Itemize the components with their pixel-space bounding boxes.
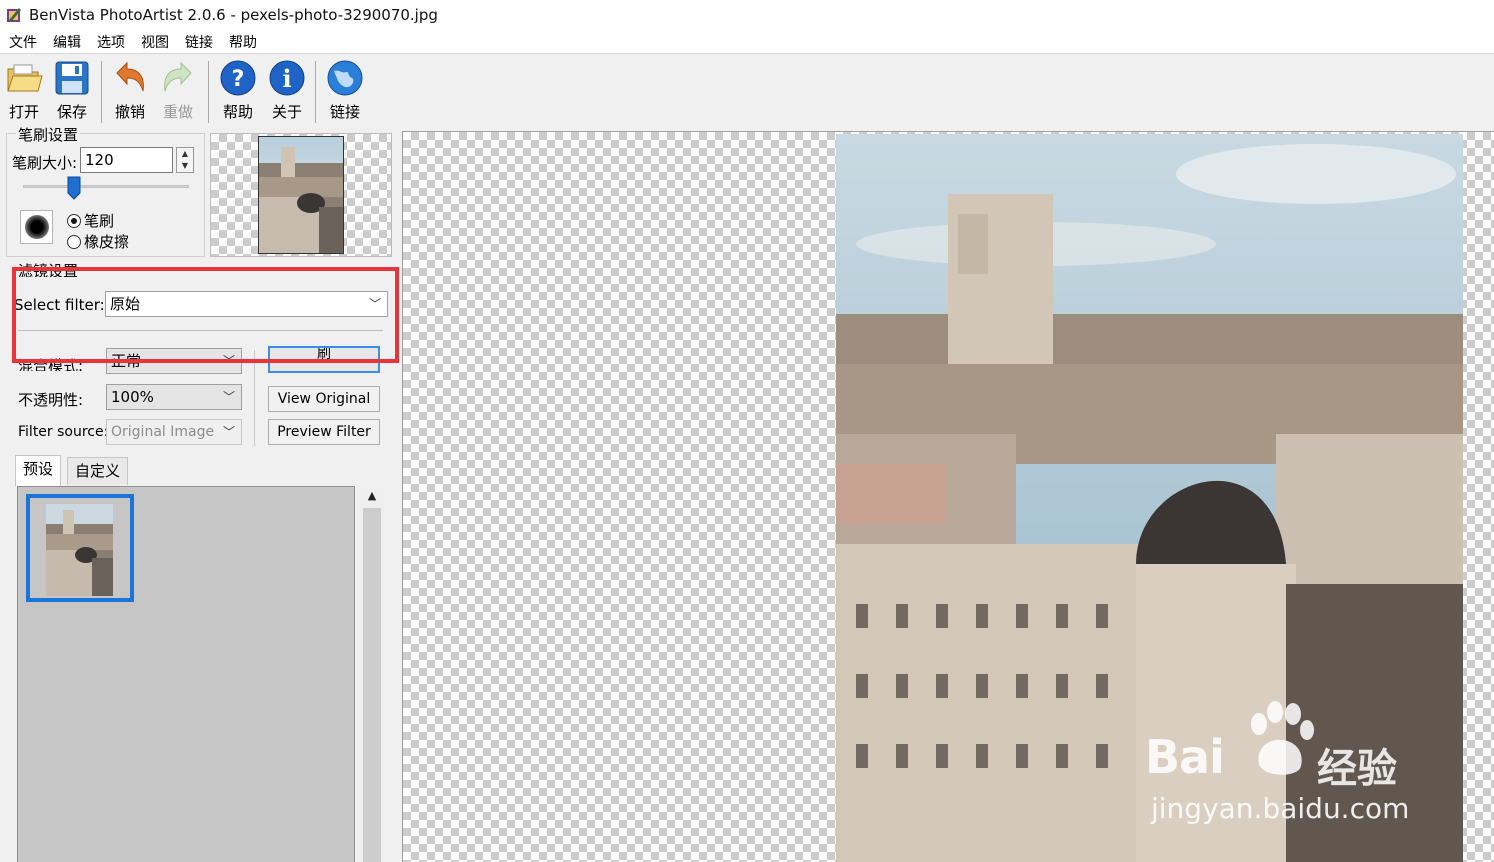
preset-scrollbar[interactable]: ▲ xyxy=(360,486,384,862)
brush-size-label: 笔刷大小: xyxy=(12,154,78,172)
help-icon: ? xyxy=(220,60,256,96)
svg-text:?: ? xyxy=(232,67,245,92)
tab-preset[interactable]: 预设 xyxy=(15,455,62,486)
stepper-up-icon[interactable]: ▲ xyxy=(177,148,193,160)
redo-label: 重做 xyxy=(162,103,193,121)
vertical-divider xyxy=(254,350,255,446)
save-label: 保存 xyxy=(56,103,87,121)
filter-source-select[interactable]: Original Image ﹀ xyxy=(106,419,242,445)
toolbar: 打开 保存 撤销 重做 ? 帮助 i 关于 链接 xyxy=(0,55,1494,128)
brush-shape-icon xyxy=(24,215,49,239)
menu-file[interactable]: 文件 xyxy=(0,32,45,52)
brush-preview xyxy=(20,210,53,244)
view-original-button[interactable]: View Original xyxy=(268,386,380,412)
filter-select[interactable]: 原始 ﹀ xyxy=(105,291,388,317)
filter-settings-title: 滤镜设置 xyxy=(18,260,79,277)
undo-arrow-icon xyxy=(116,61,144,92)
preset-thumbnail-image xyxy=(46,504,113,596)
svg-text:i: i xyxy=(282,64,291,93)
tab-custom[interactable]: 自定义 xyxy=(67,457,129,485)
menu-link[interactable]: 链接 xyxy=(177,32,221,52)
title-bar: BenVista PhotoArtist 2.0.6 - pexels-phot… xyxy=(0,0,1494,30)
blend-mode-value: 正常 xyxy=(111,352,142,370)
brush-size-input[interactable]: 120 xyxy=(80,147,173,173)
opacity-select[interactable]: 100% ﹀ xyxy=(106,384,242,410)
toolbar-separator xyxy=(315,61,316,123)
info-icon: i xyxy=(269,60,305,96)
opacity-value: 100% xyxy=(111,388,154,406)
radio-brush-label: 笔刷 xyxy=(84,212,115,230)
undo-label: 撤销 xyxy=(114,103,145,121)
floppy-disk-icon xyxy=(55,61,89,95)
menu-options[interactable]: 选项 xyxy=(89,32,133,52)
chevron-down-icon: ﹀ xyxy=(222,390,235,404)
toolbar-separator xyxy=(208,61,209,123)
chevron-down-icon: ﹀ xyxy=(368,297,381,311)
save-button[interactable]: 保存 xyxy=(49,59,95,125)
chevron-down-icon: ﹀ xyxy=(222,354,235,368)
redo-arrow-icon xyxy=(164,61,192,92)
blend-mode-select[interactable]: 正常 ﹀ xyxy=(106,348,242,374)
filter-source-label: Filter source: xyxy=(18,424,109,440)
brush-settings-title: 笔刷设置 xyxy=(16,124,81,145)
blend-mode-label: 混合模式: xyxy=(18,357,84,371)
main-photo[interactable] xyxy=(836,134,1463,862)
undo-button[interactable]: 撤销 xyxy=(107,59,153,125)
globe-icon xyxy=(327,60,363,96)
open-label: 打开 xyxy=(8,103,39,121)
navigator-thumbnail[interactable] xyxy=(210,133,392,257)
help-button[interactable]: ? 帮助 xyxy=(215,59,261,125)
radio-selected-icon xyxy=(67,213,81,228)
menu-bar: 文件 编辑 选项 视图 链接 帮助 xyxy=(0,30,1494,54)
scroll-up-icon[interactable]: ▲ xyxy=(360,486,384,506)
toolbar-separator xyxy=(101,61,102,123)
preview-filter-button[interactable]: Preview Filter xyxy=(268,419,380,445)
brush-size-stepper[interactable]: ▲ ▼ xyxy=(176,147,194,173)
help-label: 帮助 xyxy=(222,103,253,121)
radio-unselected-icon xyxy=(67,234,81,249)
slider-thumb[interactable] xyxy=(67,176,81,200)
select-filter-label: Select filter: xyxy=(14,296,105,314)
link-label: 链接 xyxy=(329,103,360,121)
folder-open-icon xyxy=(7,64,43,92)
link-button[interactable]: 链接 xyxy=(322,59,368,125)
about-label: 关于 xyxy=(271,103,302,121)
stepper-down-icon[interactable]: ▼ xyxy=(177,160,193,172)
chevron-down-icon: ﹀ xyxy=(222,425,235,439)
scrollbar-thumb[interactable] xyxy=(363,508,381,862)
apply-filter-button[interactable]: 刷 xyxy=(268,346,380,373)
preset-thumbnail-original[interactable] xyxy=(26,494,134,602)
opacity-label: 不透明性: xyxy=(18,391,84,409)
filter-source-value: Original Image xyxy=(111,424,215,440)
app-icon xyxy=(7,8,21,22)
radio-brush[interactable]: 笔刷 xyxy=(67,210,114,231)
menu-help[interactable]: 帮助 xyxy=(221,32,265,52)
radio-eraser[interactable]: 橡皮擦 xyxy=(67,231,129,252)
filter-select-value: 原始 xyxy=(110,295,141,313)
about-button[interactable]: i 关于 xyxy=(264,59,310,125)
radio-eraser-label: 橡皮擦 xyxy=(84,233,130,251)
redo-button[interactable]: 重做 xyxy=(155,59,201,125)
menu-view[interactable]: 视图 xyxy=(133,32,177,52)
window-title: BenVista PhotoArtist 2.0.6 - pexels-phot… xyxy=(29,6,438,24)
brush-size-slider[interactable] xyxy=(23,185,189,188)
menu-edit[interactable]: 编辑 xyxy=(45,32,89,52)
divider xyxy=(18,330,383,331)
navigator-photo xyxy=(258,136,344,254)
open-button[interactable]: 打开 xyxy=(1,59,47,125)
